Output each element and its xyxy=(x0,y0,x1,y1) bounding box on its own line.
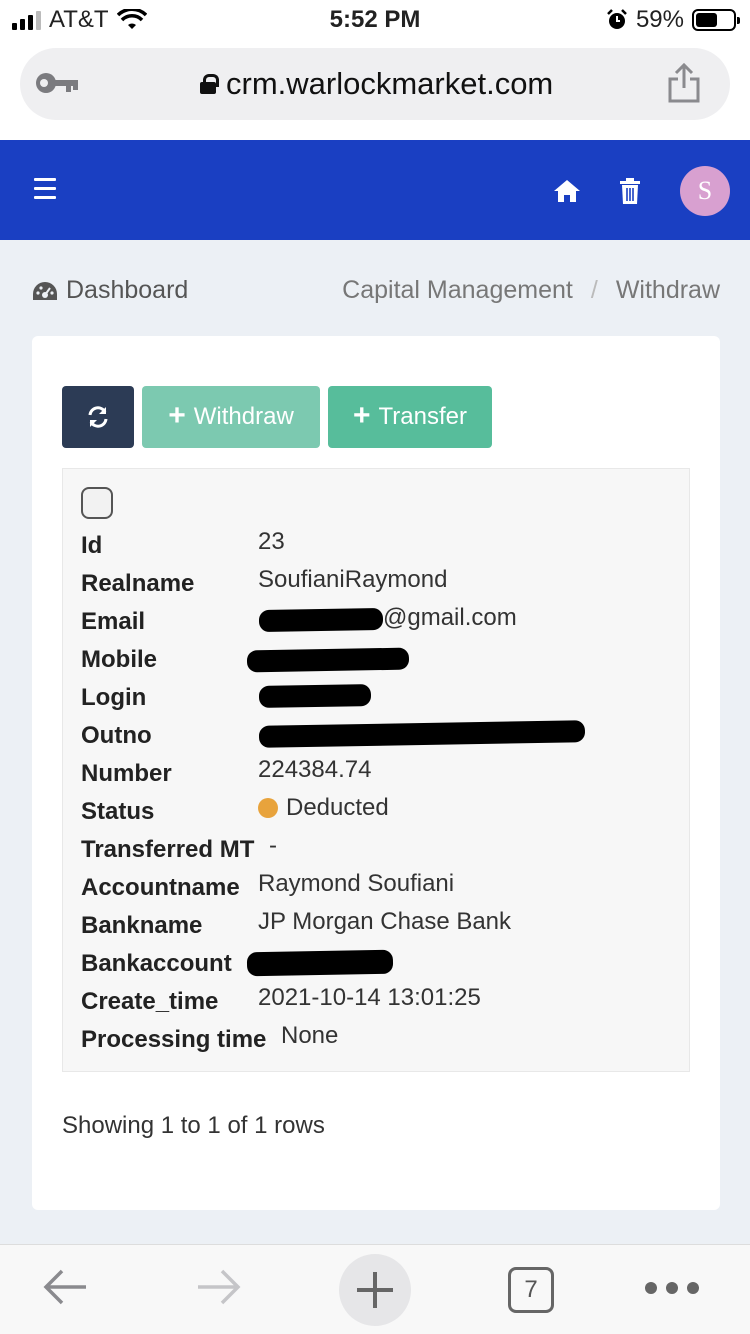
breadcrumb-dashboard-label: Dashboard xyxy=(66,276,189,304)
field-value: @gmail.com xyxy=(383,604,517,631)
url-text: crm.warlockmarket.com xyxy=(226,66,554,101)
record-detail: Id 23 Realname SoufianiRaymond Email @gm… xyxy=(62,468,690,1072)
app-header xyxy=(0,140,750,240)
redaction-mark xyxy=(246,647,410,673)
field-label: Email xyxy=(81,608,146,635)
field-value: - xyxy=(269,832,277,859)
row-checkbox[interactable] xyxy=(81,487,113,519)
withdraw-button[interactable]: + Withdraw xyxy=(142,386,320,448)
field-label: Transferred MT xyxy=(81,836,255,863)
redaction-mark xyxy=(258,720,586,748)
refresh-icon xyxy=(88,406,108,428)
redaction-mark xyxy=(258,607,384,633)
back-icon[interactable] xyxy=(40,1265,90,1309)
field-label: Bankaccount xyxy=(81,950,232,977)
redaction-mark xyxy=(246,949,394,977)
field-label: Create_time xyxy=(81,988,219,1015)
field-label: Login xyxy=(81,684,147,711)
field-label: Status xyxy=(81,798,155,825)
field-label: Id xyxy=(81,532,103,559)
field-label: Number xyxy=(81,760,172,787)
breadcrumb: Capital Management / Withdraw xyxy=(342,276,720,305)
field-label: Realname xyxy=(81,570,195,597)
transfer-button-label: Transfer xyxy=(378,403,467,430)
field-value: Raymond Soufiani xyxy=(258,870,455,897)
breadcrumb-current: Withdraw xyxy=(615,276,720,304)
status-badge: Deducted xyxy=(258,794,389,822)
breadcrumb-separator: / xyxy=(590,276,598,304)
breadcrumb-section[interactable]: Capital Management xyxy=(342,276,573,305)
field-value: SoufianiRaymond xyxy=(258,566,448,593)
withdraw-card: + Withdraw + Transfer Id 23 Realname Sou… xyxy=(32,336,720,1210)
home-icon[interactable] xyxy=(553,178,581,204)
share-icon[interactable] xyxy=(666,62,702,104)
new-tab-icon[interactable] xyxy=(338,1253,412,1327)
menu-icon[interactable] xyxy=(34,178,56,200)
status-bar: AT&T 5:52 PM 59% xyxy=(0,0,750,40)
plus-icon: + xyxy=(168,398,186,432)
avatar[interactable]: S xyxy=(680,166,730,216)
url-display[interactable]: crm.warlockmarket.com xyxy=(200,66,553,102)
redaction-mark xyxy=(258,684,372,708)
battery-fill xyxy=(696,13,717,27)
field-label: Mobile xyxy=(81,646,157,673)
field-label: Outno xyxy=(81,722,152,749)
more-icon[interactable] xyxy=(644,1281,700,1295)
dashboard-icon xyxy=(33,281,57,300)
breadcrumb-dashboard[interactable]: Dashboard xyxy=(32,276,188,305)
refresh-button[interactable] xyxy=(62,386,134,448)
lock-icon xyxy=(200,74,219,94)
field-value: JP Morgan Chase Bank xyxy=(258,908,512,935)
tab-count: 7 xyxy=(524,1276,538,1303)
field-label: Bankname xyxy=(81,912,203,939)
trash-icon[interactable] xyxy=(619,177,641,205)
key-icon[interactable] xyxy=(34,68,80,98)
status-dot-icon xyxy=(258,798,278,818)
plus-icon: + xyxy=(353,398,371,432)
forward-icon[interactable] xyxy=(194,1265,244,1309)
battery-percent: 59% xyxy=(635,6,684,33)
address-bar[interactable]: crm.warlockmarket.com xyxy=(20,48,730,120)
field-value: 2021-10-14 13:01:25 xyxy=(258,984,481,1011)
ios-top-chrome: AT&T 5:52 PM 59% crm.warlockmarket.com xyxy=(0,0,750,140)
field-label: Processing time xyxy=(81,1026,267,1053)
field-label: Accountname xyxy=(81,874,240,901)
transfer-button[interactable]: + Transfer xyxy=(328,386,492,448)
status-right: 59% xyxy=(606,6,740,34)
tabs-button[interactable]: 7 xyxy=(508,1267,554,1313)
field-value: 224384.74 xyxy=(258,756,372,783)
browser-toolbar: 7 xyxy=(0,1244,750,1334)
field-value: 23 xyxy=(258,528,285,555)
pagination-summary: Showing 1 to 1 of 1 rows xyxy=(62,1112,325,1139)
status-text: Deducted xyxy=(286,794,389,821)
withdraw-button-label: Withdraw xyxy=(193,403,294,430)
alarm-icon xyxy=(607,9,627,29)
field-value: None xyxy=(281,1022,339,1049)
battery-icon xyxy=(692,9,740,31)
